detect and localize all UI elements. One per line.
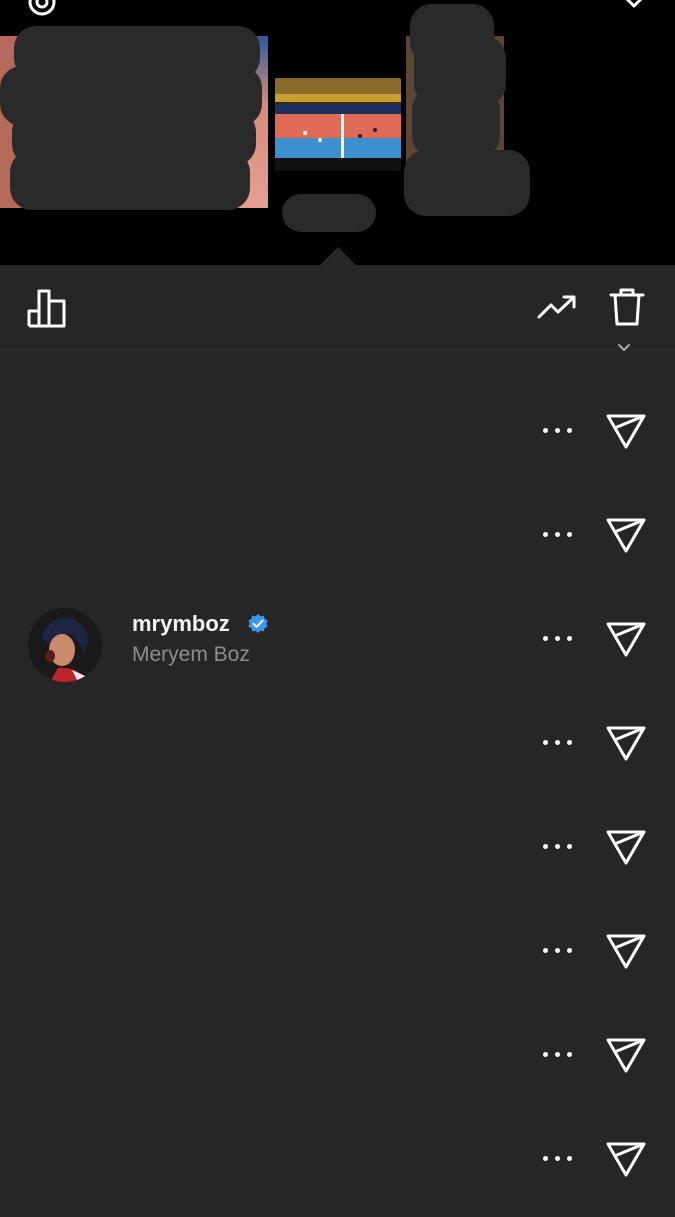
send-icon[interactable] — [604, 1139, 648, 1179]
more-horizontal-icon[interactable] — [541, 1153, 573, 1163]
redaction-mark — [10, 150, 250, 210]
redaction-mark — [412, 88, 500, 158]
list-item[interactable] — [0, 385, 675, 489]
username[interactable]: mrymboz — [132, 611, 230, 637]
list-item[interactable] — [0, 1009, 675, 1113]
more-horizontal-icon[interactable] — [541, 945, 573, 955]
viewers-toolbar — [0, 265, 675, 350]
redaction-mark — [404, 150, 530, 216]
story-strip — [0, 0, 675, 265]
send-icon[interactable] — [604, 931, 648, 971]
send-icon[interactable] — [604, 723, 648, 763]
gear-icon[interactable] — [24, 0, 60, 20]
send-icon — [618, 344, 630, 352]
full-name: Meryem Boz — [132, 643, 250, 666]
bar-chart-icon[interactable] — [26, 287, 70, 329]
redaction-mark — [282, 194, 376, 232]
more-horizontal-icon[interactable] — [541, 633, 573, 643]
more-horizontal-icon[interactable] — [541, 841, 573, 851]
more-horizontal-icon[interactable] — [541, 529, 573, 539]
verified-badge-icon — [248, 614, 268, 633]
more-horizontal-icon[interactable] — [541, 737, 573, 747]
list-item[interactable] — [0, 1113, 675, 1217]
list-item[interactable] — [0, 489, 675, 593]
avatar[interactable] — [28, 608, 102, 682]
list-item[interactable]: mrymboz Meryem Boz — [0, 593, 675, 697]
more-horizontal-icon[interactable] — [541, 1049, 573, 1059]
close-icon[interactable] — [612, 0, 654, 12]
list-item[interactable] — [0, 905, 675, 1009]
list-item[interactable] — [0, 801, 675, 905]
send-icon[interactable] — [604, 411, 648, 451]
more-horizontal-icon[interactable] — [541, 425, 573, 435]
send-icon[interactable] — [604, 827, 648, 867]
send-icon[interactable] — [604, 515, 648, 555]
list-item[interactable] — [0, 697, 675, 801]
send-icon[interactable] — [604, 1035, 648, 1075]
story-thumbnail-selected[interactable] — [275, 78, 401, 171]
send-icon[interactable] — [604, 619, 648, 659]
trash-icon[interactable] — [608, 287, 646, 327]
selection-caret — [320, 247, 356, 265]
trending-up-icon[interactable] — [536, 293, 578, 321]
